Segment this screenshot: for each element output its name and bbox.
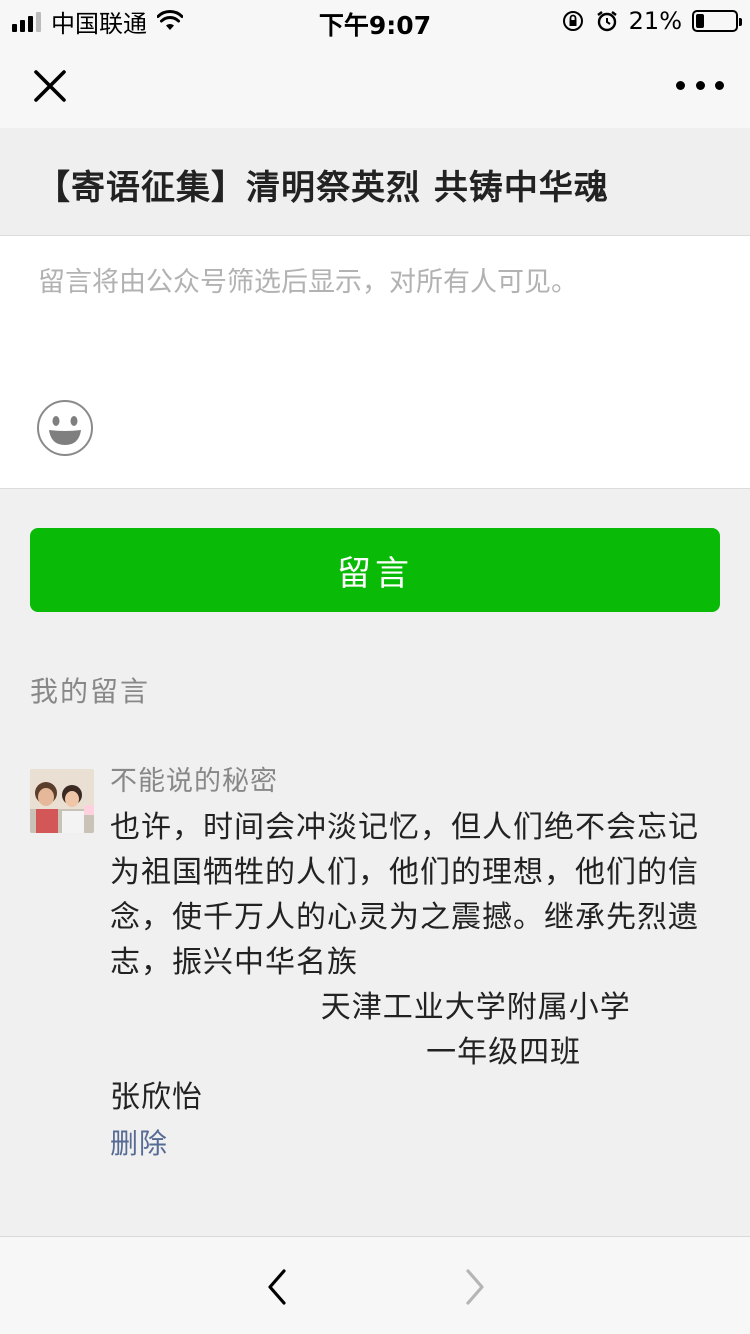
my-comments-title: 我的留言 [30, 675, 151, 708]
battery-icon [692, 10, 742, 32]
status-bar: 中国联通 下午9:07 21% [0, 0, 750, 42]
article-title: 【寄语征集】清明祭英烈 共铸中华魂 [0, 128, 750, 236]
submit-comment-button[interactable]: 留言 [30, 528, 720, 612]
nav-bar [0, 42, 750, 128]
battery-level [696, 14, 704, 28]
more-dots-icon[interactable] [676, 70, 724, 100]
battery-percent: 21% [628, 7, 682, 35]
close-icon[interactable] [26, 62, 74, 110]
bottom-toolbar [0, 1236, 750, 1334]
comment-content: 也许，时间会冲淡记忆，但人们绝不会忘记为祖国牺牲的人们，他们的理想，他们的信念，… [110, 810, 699, 1115]
rotation-lock-icon [562, 11, 583, 31]
comment-body: 不能说的秘密 也许，时间会冲淡记忆，但人们绝不会忘记为祖国牺牲的人们，他们的理想… [110, 765, 720, 1166]
status-right: 21% [561, 6, 742, 36]
delete-comment-link[interactable]: 删除 [110, 1122, 720, 1166]
avatar [30, 769, 94, 833]
chevron-right-icon[interactable] [460, 1267, 490, 1307]
smiley-emoji-icon[interactable] [36, 399, 94, 457]
comment-input[interactable] [36, 258, 716, 398]
comment-input-area [0, 236, 750, 489]
chevron-left-icon[interactable] [262, 1267, 292, 1307]
comment-nickname: 不能说的秘密 [110, 766, 278, 797]
alarm-icon [596, 11, 617, 32]
